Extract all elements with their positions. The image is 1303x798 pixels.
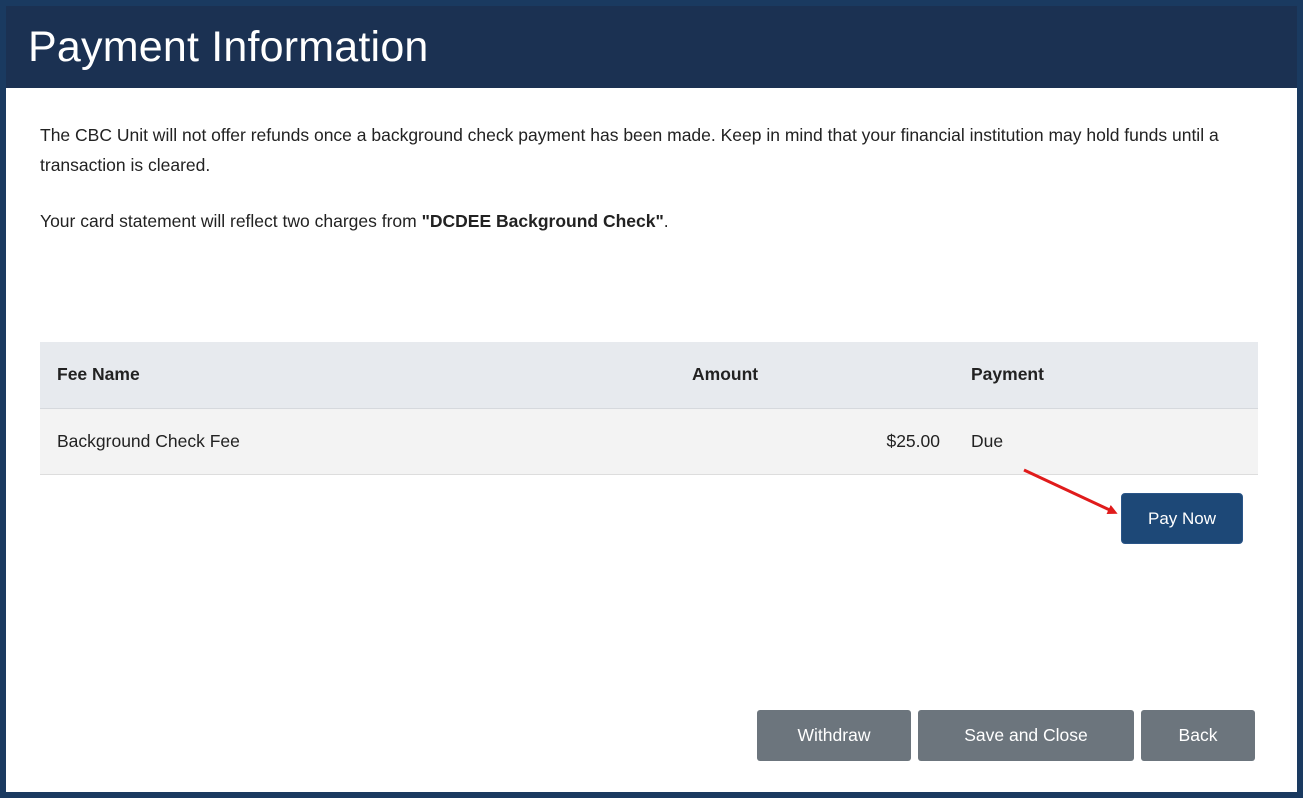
page-title: Payment Information [28, 22, 429, 71]
payment-header: Payment [954, 342, 1258, 409]
payment-status-cell: Due [954, 408, 1258, 475]
back-button[interactable]: Back [1141, 710, 1255, 761]
withdraw-button[interactable]: Withdraw [757, 710, 911, 761]
refund-notice: The CBC Unit will not offer refunds once… [40, 125, 1219, 175]
red-arrow-annotation [1023, 468, 1118, 514]
save-and-close-button[interactable]: Save and Close [918, 710, 1134, 761]
statement-prefix: Your card statement will reflect two cha… [40, 211, 422, 231]
statement-merchant: "DCDEE Background Check" [421, 211, 664, 231]
page-header: Payment Information [6, 6, 1297, 88]
amount-header: Amount [674, 342, 954, 409]
pay-now-button[interactable]: Pay Now [1121, 493, 1243, 544]
footer-actions: Withdraw Save and Close Back [757, 710, 1255, 761]
statement-suffix: . [663, 211, 669, 231]
table-row: Background Check Fee $25.00 Due [40, 408, 1258, 475]
fee-table: Fee Name Amount Payment Background Check… [40, 342, 1258, 475]
page-content: The CBC Unit will not offer refunds once… [6, 88, 1297, 792]
amount-cell: $25.00 [674, 408, 954, 475]
payment-window: Payment Information The CBC Unit will no… [6, 6, 1297, 792]
fee-name-cell: Background Check Fee [40, 408, 674, 475]
statement-notice: Your card statement will reflect two cha… [40, 206, 669, 236]
table-header-row: Fee Name Amount Payment [40, 342, 1258, 409]
fee-name-header: Fee Name [40, 342, 674, 409]
